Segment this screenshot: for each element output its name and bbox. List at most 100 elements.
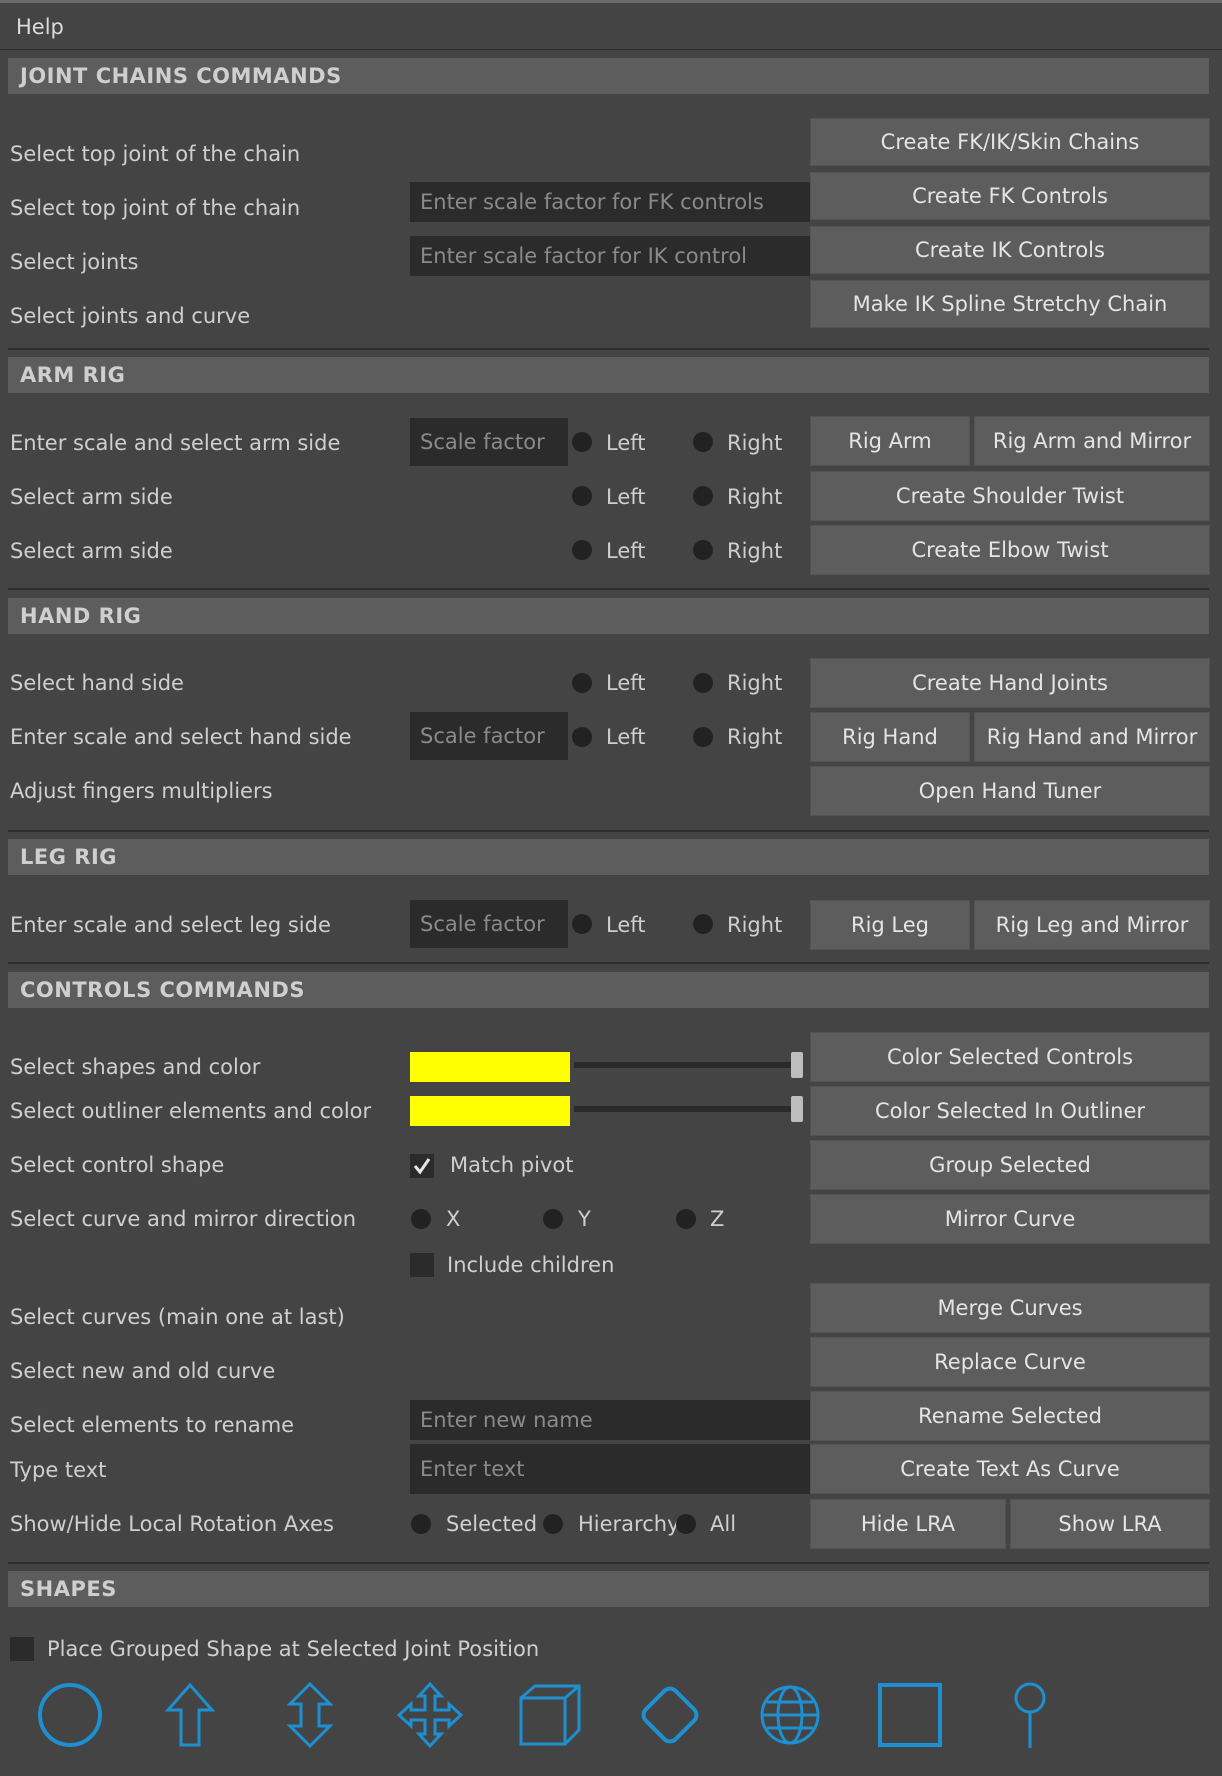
hand-scale-input[interactable]	[410, 712, 568, 760]
radio-x[interactable]	[411, 1209, 431, 1229]
rename-selected-button[interactable]: Rename Selected	[810, 1391, 1210, 1441]
menu-bar: Help	[0, 0, 1222, 50]
row-label: Select outliner elements and color	[10, 1099, 372, 1123]
square-icon[interactable]	[875, 1680, 945, 1750]
radio-left[interactable]	[572, 486, 592, 506]
color-selected-in-outliner-button[interactable]: Color Selected In Outliner	[810, 1086, 1210, 1136]
menu-help[interactable]: Help	[16, 15, 64, 39]
row-label: Select curves (main one at last)	[10, 1305, 345, 1329]
radio-selected[interactable]	[411, 1514, 431, 1534]
pin-icon[interactable]	[995, 1680, 1065, 1750]
arrow-up-icon[interactable]	[155, 1680, 225, 1750]
color-slider-track[interactable]	[574, 1062, 798, 1068]
create-text-as-curve-button[interactable]: Create Text As Curve	[810, 1444, 1210, 1494]
radio-left-label: Left	[606, 913, 646, 937]
text-curve-input[interactable]	[410, 1444, 810, 1494]
section-controls-commands[interactable]: CONTROLS COMMANDS	[8, 972, 1209, 1008]
row-label: Adjust fingers multipliers	[10, 779, 273, 803]
create-shoulder-twist-button[interactable]: Create Shoulder Twist	[810, 471, 1210, 521]
color-swatch[interactable]	[410, 1052, 570, 1082]
radio-z-label: Z	[710, 1207, 725, 1231]
row-label: Select arm side	[10, 539, 173, 563]
row-label: Type text	[10, 1458, 107, 1482]
diamond-icon[interactable]	[635, 1680, 705, 1750]
create-fk-controls-button[interactable]: Create FK Controls	[810, 172, 1210, 220]
rig-hand-button[interactable]: Rig Hand	[810, 712, 970, 762]
radio-all[interactable]	[676, 1514, 696, 1534]
row-label: Select top joint of the chain	[10, 196, 301, 220]
radio-right[interactable]	[693, 673, 713, 693]
match-pivot-checkbox[interactable]	[410, 1154, 434, 1178]
radio-right-label: Right	[727, 539, 783, 563]
checkmark-icon	[413, 1158, 431, 1175]
section-arm-rig[interactable]: ARM RIG	[8, 357, 1209, 393]
rig-leg-mirror-button[interactable]: Rig Leg and Mirror	[974, 900, 1210, 950]
double-arrow-icon[interactable]	[275, 1680, 345, 1750]
divider	[8, 1562, 1209, 1564]
color-selected-controls-button[interactable]: Color Selected Controls	[810, 1032, 1210, 1082]
circle-icon[interactable]	[35, 1680, 105, 1750]
ik-scale-input[interactable]	[410, 236, 810, 276]
radio-left[interactable]	[572, 727, 592, 747]
section-joint-chains[interactable]: JOINT CHAINS COMMANDS	[8, 58, 1209, 94]
cube-icon[interactable]	[515, 1680, 585, 1750]
rig-arm-button[interactable]: Rig Arm	[810, 416, 970, 466]
group-selected-button[interactable]: Group Selected	[810, 1140, 1210, 1190]
radio-y-label: Y	[578, 1207, 591, 1231]
radio-left[interactable]	[572, 914, 592, 934]
radio-right-label: Right	[727, 725, 783, 749]
radio-left-label: Left	[606, 671, 646, 695]
radio-left-label: Left	[606, 539, 646, 563]
row-label: Enter scale and select leg side	[10, 913, 331, 937]
section-leg-rig[interactable]: LEG RIG	[8, 839, 1209, 875]
place-grouped-shape-label: Place Grouped Shape at Selected Joint Po…	[47, 1637, 540, 1661]
radio-right[interactable]	[693, 486, 713, 506]
show-lra-button[interactable]: Show LRA	[1010, 1499, 1210, 1549]
radio-y[interactable]	[543, 1209, 563, 1229]
radio-left[interactable]	[572, 432, 592, 452]
radio-left-label: Left	[606, 485, 646, 509]
rig-arm-mirror-button[interactable]: Rig Arm and Mirror	[974, 416, 1210, 466]
make-ik-spline-stretchy-button[interactable]: Make IK Spline Stretchy Chain	[810, 280, 1210, 328]
section-hand-rig[interactable]: HAND RIG	[8, 598, 1209, 634]
color-slider-handle[interactable]	[791, 1052, 803, 1078]
radio-right[interactable]	[693, 432, 713, 452]
arm-scale-input[interactable]	[410, 418, 568, 466]
row-label: Enter scale and select hand side	[10, 725, 352, 749]
radio-left[interactable]	[572, 673, 592, 693]
color-slider-track[interactable]	[574, 1106, 798, 1112]
radio-right[interactable]	[693, 914, 713, 934]
color-slider-handle[interactable]	[791, 1096, 803, 1122]
merge-curves-button[interactable]: Merge Curves	[810, 1283, 1210, 1333]
leg-scale-input[interactable]	[410, 900, 568, 948]
row-label: Show/Hide Local Rotation Axes	[10, 1512, 334, 1536]
radio-left-label: Left	[606, 725, 646, 749]
row-label: Select elements to rename	[10, 1413, 295, 1437]
create-fk-ik-skin-chains-button[interactable]: Create FK/IK/Skin Chains	[810, 118, 1210, 166]
radio-right-label: Right	[727, 485, 783, 509]
radio-hierarchy[interactable]	[543, 1514, 563, 1534]
section-shapes[interactable]: SHAPES	[8, 1571, 1209, 1607]
radio-right[interactable]	[693, 727, 713, 747]
place-grouped-shape-checkbox[interactable]	[10, 1637, 34, 1661]
rig-hand-mirror-button[interactable]: Rig Hand and Mirror	[974, 712, 1210, 762]
rename-input[interactable]	[410, 1400, 810, 1440]
radio-right[interactable]	[693, 540, 713, 560]
include-children-checkbox[interactable]	[410, 1253, 434, 1277]
row-label: Select joints	[10, 250, 139, 274]
replace-curve-button[interactable]: Replace Curve	[810, 1337, 1210, 1387]
create-hand-joints-button[interactable]: Create Hand Joints	[810, 658, 1210, 708]
create-ik-controls-button[interactable]: Create IK Controls	[810, 226, 1210, 274]
create-elbow-twist-button[interactable]: Create Elbow Twist	[810, 525, 1210, 575]
mirror-curve-button[interactable]: Mirror Curve	[810, 1194, 1210, 1244]
fk-scale-input[interactable]	[410, 182, 810, 222]
radio-left[interactable]	[572, 540, 592, 560]
rig-leg-button[interactable]: Rig Leg	[810, 900, 970, 950]
radio-selected-label: Selected	[446, 1512, 538, 1536]
hide-lra-button[interactable]: Hide LRA	[810, 1499, 1006, 1549]
four-arrows-icon[interactable]	[395, 1680, 465, 1750]
radio-z[interactable]	[676, 1209, 696, 1229]
open-hand-tuner-button[interactable]: Open Hand Tuner	[810, 766, 1210, 816]
sphere-icon[interactable]	[755, 1680, 825, 1750]
color-swatch[interactable]	[410, 1096, 570, 1126]
